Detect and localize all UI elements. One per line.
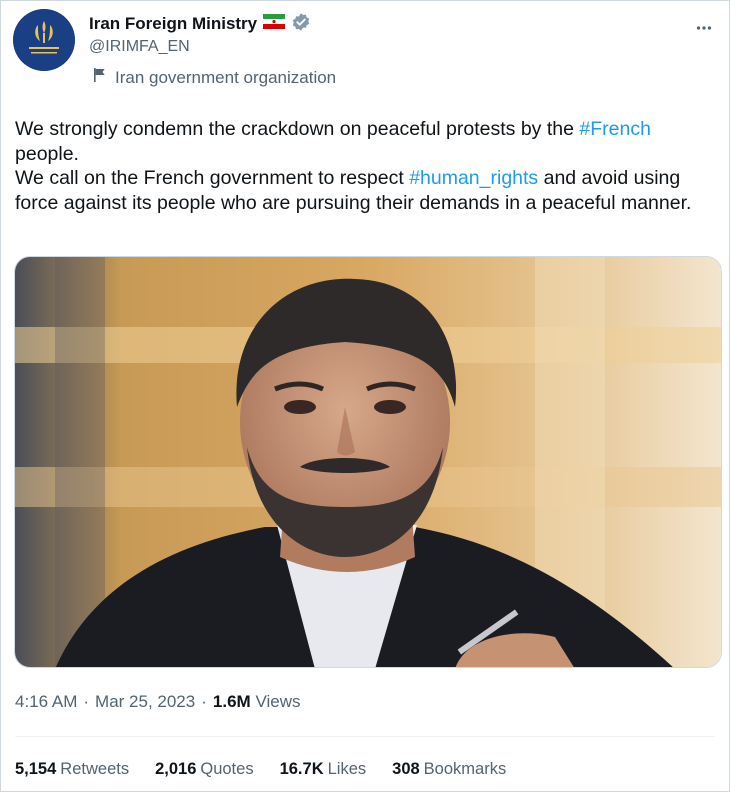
tweet-paragraph-1: We strongly condemn the crackdown on pea… xyxy=(15,117,715,166)
tweet-paragraph-2: We call on the French government to resp… xyxy=(15,166,715,215)
retweets-label: Retweets xyxy=(60,760,130,778)
tweet-text-segment: We call on the French government to resp… xyxy=(15,167,404,189)
more-horizontal-icon xyxy=(696,26,712,30)
retweets-stat[interactable]: 5,154 Retweets xyxy=(15,760,129,779)
avatar[interactable] xyxy=(13,9,75,71)
handle[interactable]: @IRIMFA_EN xyxy=(89,38,190,56)
quotes-stat[interactable]: 2,016 Quotes xyxy=(155,760,254,779)
more-options-button[interactable] xyxy=(689,13,719,43)
likes-label: Likes xyxy=(327,760,367,778)
meta-separator: · xyxy=(201,692,207,711)
iran-flag-icon xyxy=(263,14,286,34)
bookmarks-label: Bookmarks xyxy=(423,760,507,778)
views-count: 1.6M xyxy=(212,692,251,711)
tweet-date[interactable]: Mar 25, 2023 xyxy=(95,692,195,712)
quotes-label: Quotes xyxy=(200,760,254,778)
tweet-time[interactable]: 4:16 AM xyxy=(15,692,77,712)
tweet-text: We strongly condemn the crackdown on pea… xyxy=(15,117,715,215)
ministry-emblem-icon xyxy=(13,9,75,71)
likes-stat[interactable]: 16.7K Likes xyxy=(280,760,367,779)
tweet-card: Iran Foreign Ministry @IRIMFA_EN Iran go… xyxy=(0,0,730,792)
hashtag-french[interactable]: #French xyxy=(579,118,651,140)
flag-icon xyxy=(93,67,107,88)
bookmarks-stat[interactable]: 308 Bookmarks xyxy=(392,760,506,779)
affiliation-label[interactable]: Iran government organization xyxy=(115,68,336,88)
divider xyxy=(15,736,715,737)
name-row: Iran Foreign Ministry xyxy=(89,12,311,36)
affiliation-row: Iran government organization xyxy=(93,67,336,88)
likes-count: 16.7K xyxy=(279,760,324,778)
retweets-count: 5,154 xyxy=(15,760,57,778)
tweet-meta: 4:16 AM · Mar 25, 2023 · 1.6M Views xyxy=(15,692,300,712)
tweet-stats: 5,154 Retweets 2,016 Quotes 16.7K Likes 308… xyxy=(15,760,506,779)
hashtag-human-rights[interactable]: #human_rights xyxy=(409,167,538,189)
bookmarks-count: 308 xyxy=(392,760,420,778)
portrait-photo xyxy=(15,257,721,667)
quotes-count: 2,016 xyxy=(155,760,197,778)
views-label: Views xyxy=(255,692,301,711)
tweet-text-segment: people. xyxy=(15,142,79,165)
tweet-text-segment: We strongly condemn the crackdown on pea… xyxy=(15,118,574,140)
tweet-photo[interactable] xyxy=(14,256,722,668)
display-name[interactable]: Iran Foreign Ministry xyxy=(89,14,257,34)
verified-badge-icon xyxy=(291,12,311,37)
meta-separator: · xyxy=(83,692,90,711)
